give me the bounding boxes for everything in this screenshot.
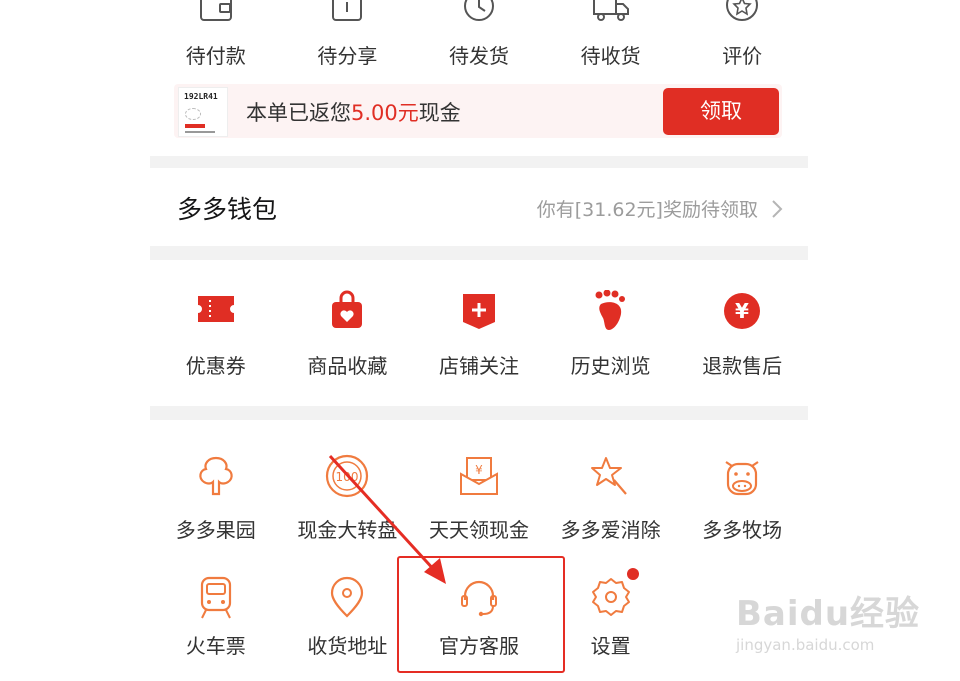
watermark-url: jingyan.baidu.com (736, 636, 875, 654)
annotation-highlight-box (397, 556, 565, 673)
baidu-watermark: Baidu经验 jingyan.baidu.com (736, 596, 920, 654)
watermark-brand: Baidu经验 (736, 594, 921, 634)
